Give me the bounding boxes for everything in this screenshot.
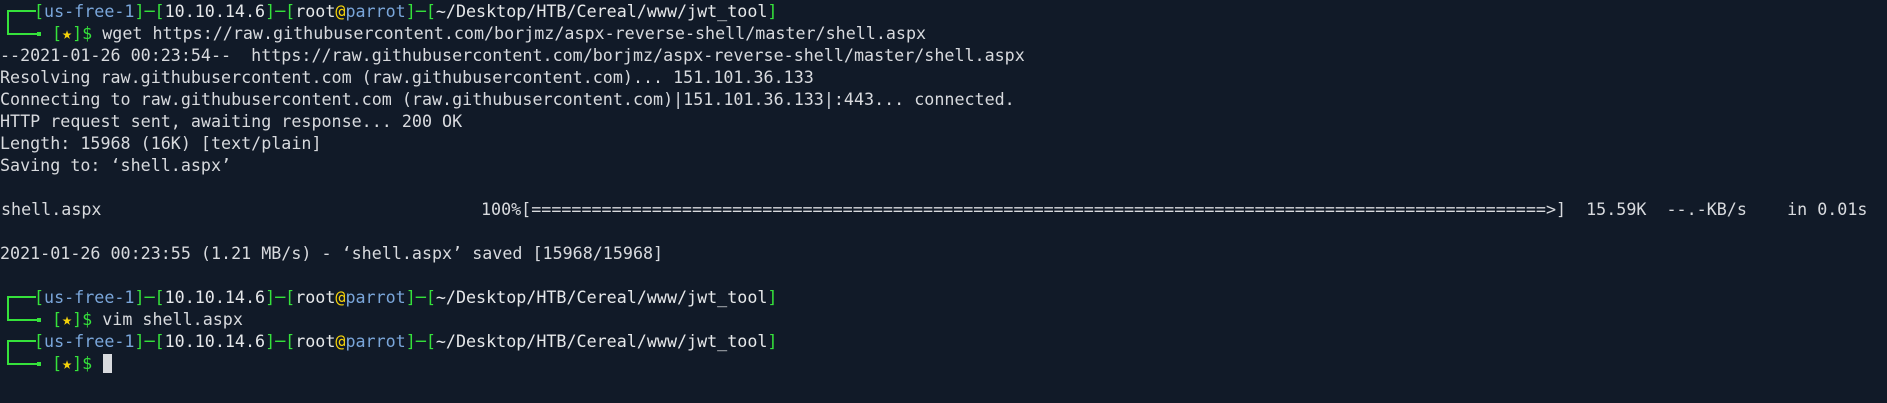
prompt-ip: 10.10.14.6 [164, 1, 266, 21]
command-text: vim shell.aspx [102, 309, 243, 329]
command-text: wget https://raw.githubusercontent.com/b… [102, 23, 927, 43]
progress-bar: 100%[===================================… [481, 199, 1868, 219]
output-line: --2021-01-26 00:23:54-- https://raw.gith… [0, 45, 1025, 65]
output-line: Length: 15968 (16K) [text/plain] [0, 133, 322, 153]
prompt-vpn: us-free-1 [44, 1, 135, 21]
prompt-corner-bottom [0, 22, 41, 44]
prompt-host: parrot [345, 287, 406, 307]
prompt-at: @ [335, 287, 346, 307]
prompt-vpn: us-free-1 [44, 287, 135, 307]
terminal-window[interactable]: [us-free-1]─[10.10.14.6]─[root@parrot]─[… [0, 0, 1887, 403]
prompt-user: root [295, 287, 336, 307]
text-cursor[interactable] [103, 354, 113, 373]
prompt-at: @ [335, 331, 346, 351]
prompt-corner-bottom [0, 352, 41, 374]
prompt-star-icon: ★ [62, 23, 73, 43]
prompt-corner-top [0, 286, 36, 310]
output-line: HTTP request sent, awaiting response... … [0, 111, 463, 131]
prompt-ip: 10.10.14.6 [164, 331, 266, 351]
prompt-line-bottom: [★]$ wget https://raw.githubusercontent.… [0, 22, 1887, 44]
prompt-star-icon: ★ [62, 309, 73, 329]
prompt-line-bottom: [★]$ vim shell.aspx [0, 308, 1887, 330]
prompt-vpn: us-free-1 [44, 331, 135, 351]
prompt-at: @ [335, 1, 346, 21]
prompt-dollar: $ [82, 353, 93, 373]
output-line: Saving to: ‘shell.aspx’ [0, 155, 232, 175]
prompt-line-top: [us-free-1]─[10.10.14.6]─[root@parrot]─[… [0, 330, 1887, 354]
prompt-corner-top [0, 0, 36, 24]
prompt-path: ~/Desktop/HTB/Cereal/www/jwt_tool [435, 287, 768, 307]
output-line: Resolving raw.githubusercontent.com (raw… [0, 67, 814, 87]
progress-line: shell.aspx 100%[=========================… [0, 198, 1887, 220]
progress-filename: shell.aspx [1, 199, 102, 219]
prompt-host: parrot [345, 331, 406, 351]
prompt-dollar: $ [82, 23, 93, 43]
prompt-ip: 10.10.14.6 [164, 287, 266, 307]
prompt-corner-top [0, 330, 36, 354]
prompt-host: parrot [345, 1, 406, 21]
prompt-line-top: [us-free-1]─[10.10.14.6]─[root@parrot]─[… [0, 286, 1887, 310]
prompt-path: ~/Desktop/HTB/Cereal/www/jwt_tool [435, 1, 768, 21]
prompt-dollar: $ [82, 309, 93, 329]
prompt-user: root [295, 331, 336, 351]
prompt-corner-bottom [0, 308, 41, 330]
prompt-line-bottom: [★]$ [0, 352, 1887, 374]
output-line: 2021-01-26 00:23:55 (1.21 MB/s) - ‘shell… [0, 243, 664, 263]
prompt-line-top: [us-free-1]─[10.10.14.6]─[root@parrot]─[… [0, 0, 1887, 24]
prompt-path: ~/Desktop/HTB/Cereal/www/jwt_tool [435, 331, 768, 351]
prompt-user: root [295, 1, 336, 21]
prompt-star-icon: ★ [62, 353, 73, 373]
output-line: Connecting to raw.githubusercontent.com … [0, 89, 1015, 109]
